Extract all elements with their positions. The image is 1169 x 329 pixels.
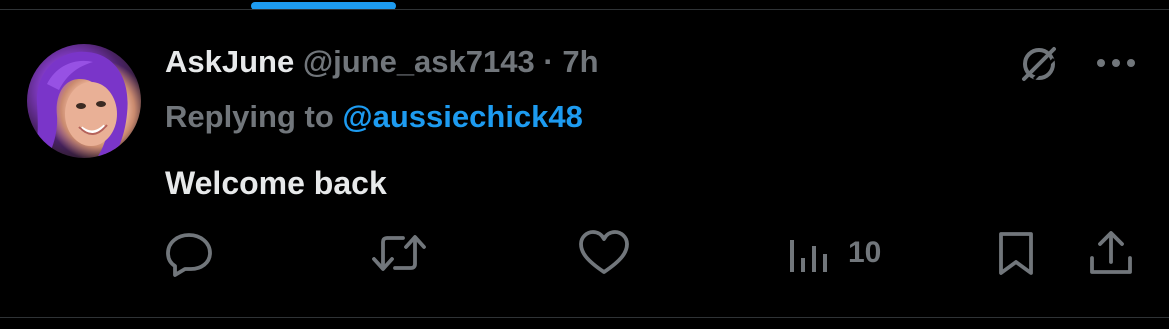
separator-dot: · bbox=[543, 44, 554, 79]
share-icon bbox=[1090, 231, 1132, 274]
top-divider bbox=[0, 9, 1169, 10]
grok-icon[interactable] bbox=[1018, 43, 1060, 85]
views-bar-chart-icon bbox=[790, 240, 827, 272]
replying-to-label: Replying to bbox=[165, 99, 334, 134]
replying-to-handle[interactable]: @aussiechick48 bbox=[342, 99, 583, 134]
more-options-icon[interactable] bbox=[1094, 56, 1138, 70]
share-button[interactable] bbox=[1087, 228, 1135, 278]
bookmark-icon bbox=[999, 232, 1033, 275]
avatar[interactable] bbox=[27, 44, 141, 158]
retweet-button[interactable] bbox=[371, 228, 427, 278]
replying-to: Replying to @aussiechick48 bbox=[165, 97, 583, 137]
author-handle[interactable]: @june_ask7143 bbox=[303, 44, 535, 79]
timestamp[interactable]: 7h bbox=[562, 44, 598, 79]
reply-button[interactable] bbox=[165, 228, 215, 278]
reply-icon bbox=[166, 233, 212, 277]
bottom-divider bbox=[0, 317, 1169, 318]
like-button[interactable] bbox=[578, 228, 630, 278]
heart-icon bbox=[579, 230, 629, 274]
views-count: 10 bbox=[848, 236, 882, 269]
bookmark-button[interactable] bbox=[995, 228, 1037, 278]
views-button[interactable]: 10 bbox=[786, 228, 896, 278]
tweet-text: Welcome back bbox=[165, 165, 387, 201]
author-name[interactable]: AskJune bbox=[165, 44, 294, 79]
tweet-header: AskJune @june_ask7143 · 7h bbox=[165, 42, 599, 82]
retweet-icon bbox=[372, 235, 426, 271]
